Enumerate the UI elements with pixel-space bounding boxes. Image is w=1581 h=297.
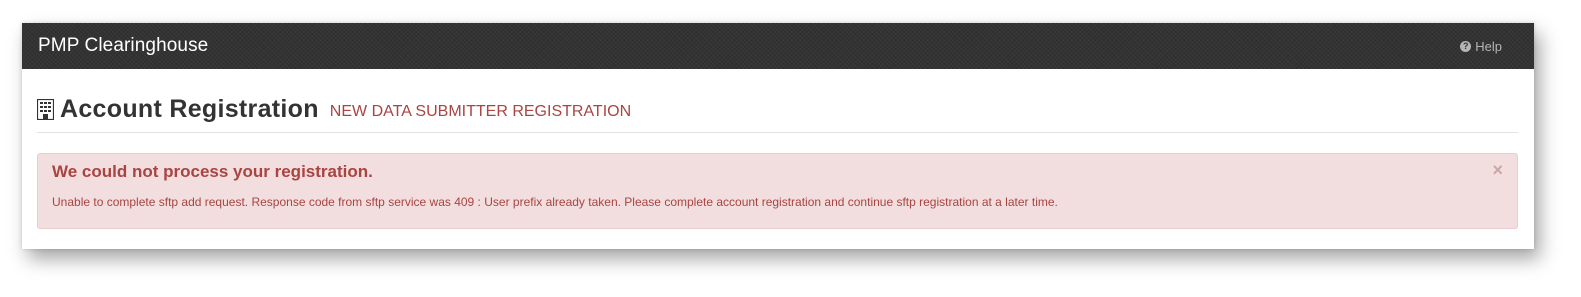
help-label: Help: [1475, 38, 1502, 54]
help-link[interactable]: ? Help: [1460, 39, 1502, 54]
close-icon[interactable]: ×: [1492, 160, 1503, 181]
alert-heading: We could not process your registration.: [52, 162, 373, 181]
app-window: PMP Clearinghouse ? Help Account Registr…: [22, 23, 1534, 249]
top-navbar: PMP Clearinghouse ? Help: [22, 23, 1534, 69]
question-circle-icon: ?: [1460, 40, 1472, 52]
main-content: Account Registration NEW DATA SUBMITTER …: [22, 95, 1534, 229]
alert-message: Unable to complete sftp add request. Res…: [52, 195, 1058, 209]
brand-link[interactable]: PMP Clearinghouse: [38, 35, 208, 57]
page-subtitle: NEW DATA SUBMITTER REGISTRATION: [329, 103, 632, 120]
page-title: Account Registration: [60, 95, 319, 123]
page-header: Account Registration NEW DATA SUBMITTER …: [37, 95, 1518, 133]
error-alert: × We could not process your registration…: [37, 153, 1518, 229]
building-icon: [37, 99, 54, 120]
